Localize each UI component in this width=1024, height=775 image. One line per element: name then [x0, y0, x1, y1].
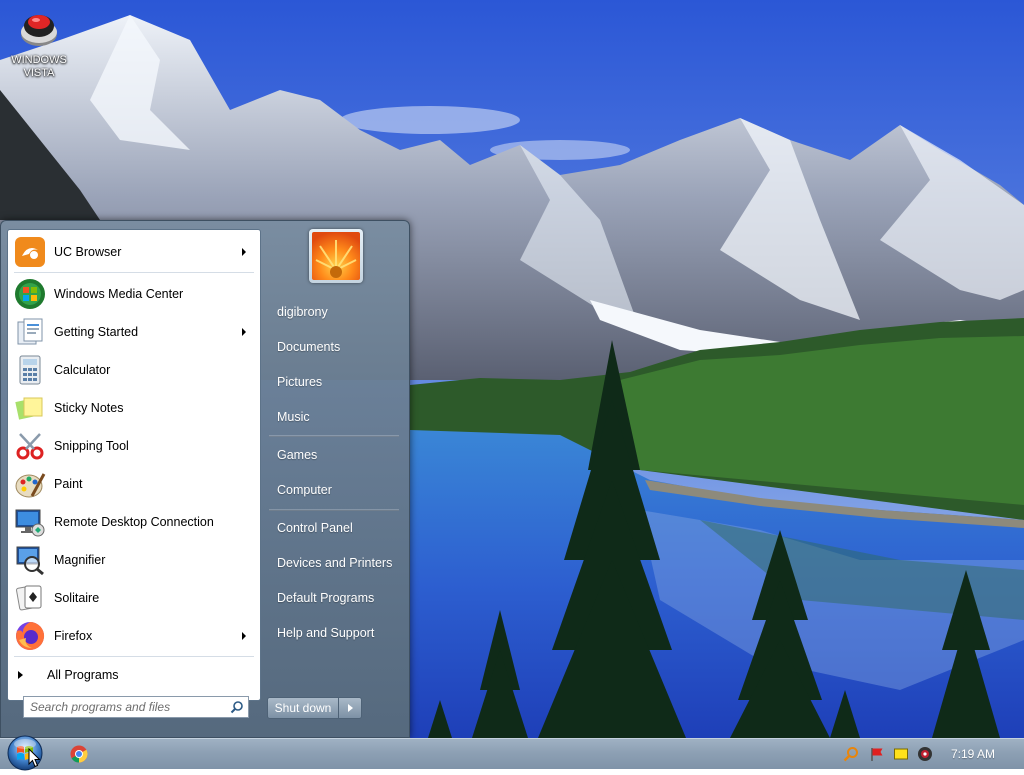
desktop-icon-windows-vista[interactable]: WINDOWS VISTA: [4, 4, 74, 80]
snipping-tool-icon: [14, 430, 46, 462]
divider: [14, 656, 254, 657]
program-calculator[interactable]: Calculator: [12, 352, 256, 388]
program-label: Windows Media Center: [54, 287, 184, 301]
shutdown-button[interactable]: Shut down: [268, 698, 339, 718]
divider: [269, 435, 399, 437]
solitaire-icon: [14, 582, 46, 614]
right-item-help-and-support[interactable]: Help and Support: [267, 619, 403, 647]
calculator-icon: [14, 354, 46, 386]
divider: [14, 272, 254, 273]
right-item-label: Default Programs: [277, 591, 375, 605]
notes-tray-icon[interactable]: [893, 746, 909, 762]
program-label: Solitaire: [54, 591, 100, 605]
program-solitaire[interactable]: Solitaire: [12, 580, 256, 616]
right-item-label: Music: [277, 410, 310, 424]
all-programs-label: All Programs: [47, 668, 119, 682]
search-tray-icon[interactable]: [843, 746, 859, 762]
remote-desktop-icon: [14, 506, 46, 538]
all-programs-button[interactable]: All Programs: [18, 664, 254, 686]
vista-logo-icon: [15, 4, 63, 52]
webcam-tray-icon[interactable]: [917, 746, 933, 762]
search-box: [23, 696, 249, 718]
shutdown-control: Shut down: [267, 697, 362, 719]
right-item-label: Documents: [277, 340, 341, 354]
uc-browser-icon: [14, 236, 46, 268]
shutdown-options-button[interactable]: [339, 698, 361, 718]
program-snipping-tool[interactable]: Snipping Tool: [12, 428, 256, 464]
right-item-default-programs[interactable]: Default Programs: [267, 584, 403, 612]
right-item-devices-and-printers[interactable]: Devices and Printers: [267, 549, 403, 577]
program-remote-desktop-connection[interactable]: Remote Desktop Connection: [12, 504, 256, 540]
program-windows-media-center[interactable]: Windows Media Center: [12, 276, 256, 312]
taskbar: 7:19 AM: [0, 735, 1024, 771]
program-firefox[interactable]: Firefox: [12, 618, 256, 654]
right-item-label: Help and Support: [277, 626, 375, 640]
paint-icon: [14, 468, 46, 500]
program-label: Paint: [54, 477, 83, 491]
mouse-cursor-icon: [28, 748, 40, 768]
search-icon[interactable]: [230, 700, 244, 714]
desktop-icon-label: WINDOWS VISTA: [11, 54, 67, 79]
right-item-user-folder[interactable]: digibrony: [267, 298, 403, 326]
action-center-flag-icon[interactable]: [869, 746, 885, 762]
program-label: Calculator: [54, 363, 111, 377]
magnifier-icon: [14, 544, 46, 576]
submenu-arrow-icon[interactable]: [242, 328, 246, 336]
program-label: Magnifier: [54, 553, 106, 567]
right-item-label: Devices and Printers: [277, 556, 393, 570]
right-item-label: Games: [277, 448, 318, 462]
program-getting-started[interactable]: Getting Started: [12, 314, 256, 350]
search-input[interactable]: [24, 697, 220, 717]
media-center-icon: [14, 278, 46, 310]
program-uc-browser[interactable]: UC Browser: [12, 234, 256, 270]
submenu-arrow-icon[interactable]: [242, 248, 246, 256]
right-item-label: digibrony: [277, 305, 328, 319]
right-item-control-panel[interactable]: Control Panel: [267, 514, 403, 542]
program-label: Snipping Tool: [54, 439, 129, 453]
right-item-label: Computer: [277, 483, 332, 497]
program-label: UC Browser: [54, 245, 122, 259]
sticky-notes-icon: [14, 392, 46, 424]
chrome-icon[interactable]: [70, 745, 88, 763]
program-magnifier[interactable]: Magnifier: [12, 542, 256, 578]
right-item-computer[interactable]: Computer: [267, 476, 403, 504]
divider: [269, 509, 399, 511]
user-avatar[interactable]: [309, 229, 363, 283]
getting-started-icon: [14, 316, 46, 348]
right-item-games[interactable]: Games: [267, 441, 403, 469]
right-item-music[interactable]: Music: [267, 403, 403, 431]
program-label: Firefox: [54, 629, 93, 643]
right-item-documents[interactable]: Documents: [267, 333, 403, 361]
right-item-label: Control Panel: [277, 521, 353, 535]
system-clock[interactable]: 7:19 AM: [951, 747, 995, 761]
start-menu-programs-pane: UC Browser Windows Media Center Getting …: [7, 229, 261, 701]
chevron-right-icon: [347, 704, 353, 712]
program-label: Remote Desktop Connection: [54, 515, 214, 529]
program-label: Getting Started: [54, 325, 139, 339]
expand-arrow-icon: [18, 671, 23, 679]
program-label: Sticky Notes: [54, 401, 124, 415]
search-area: [7, 696, 261, 733]
right-item-pictures[interactable]: Pictures: [267, 368, 403, 396]
firefox-icon: [14, 620, 46, 652]
program-paint[interactable]: Paint: [12, 466, 256, 502]
right-item-label: Pictures: [277, 375, 323, 389]
start-menu: UC Browser Windows Media Center Getting …: [0, 220, 410, 738]
submenu-arrow-icon[interactable]: [242, 632, 246, 640]
program-sticky-notes[interactable]: Sticky Notes: [12, 390, 256, 426]
